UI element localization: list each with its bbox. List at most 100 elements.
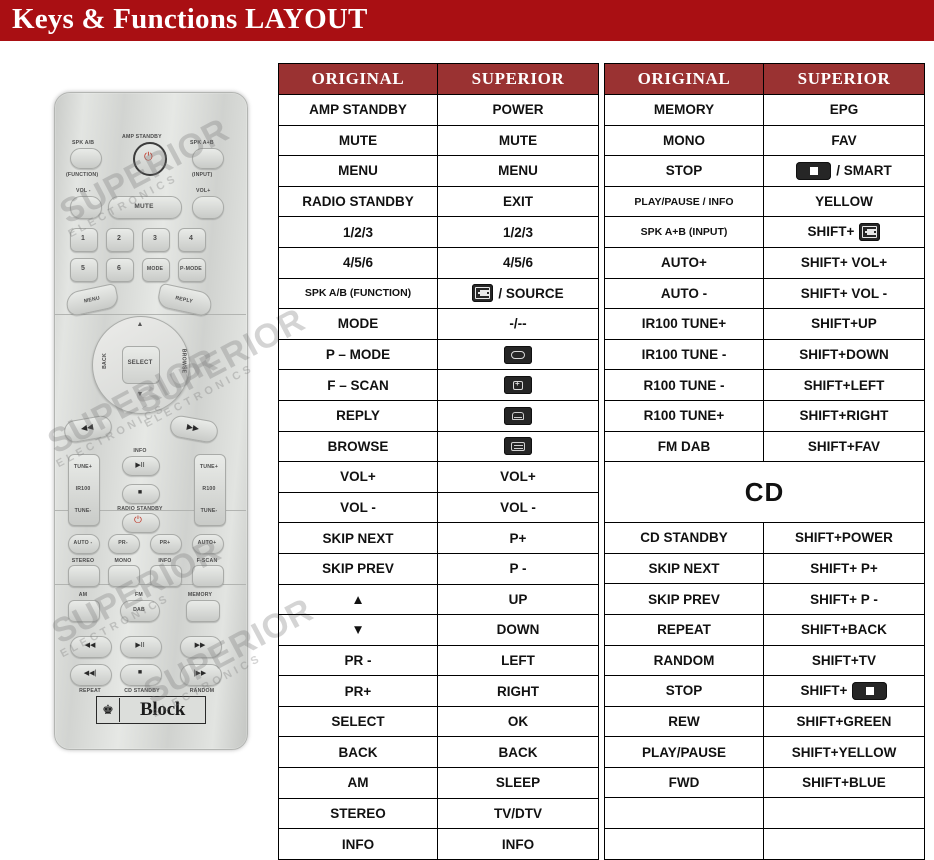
table-row: SKIP PREV P - (278, 552, 599, 585)
cell-original: IR100 TUNE - (604, 338, 764, 371)
remote-button-fscan[interactable] (192, 565, 224, 587)
rewind-icon: ◀◀ (84, 642, 96, 649)
cell-superior: P - (437, 552, 599, 585)
remote-label-random: RANDOM (189, 688, 215, 694)
cell-original: FWD (604, 766, 764, 799)
cell-superior: SHIFT+ (763, 675, 925, 707)
table-row: SPK A+B (INPUT) SHIFT+ (604, 216, 925, 248)
table-row (604, 797, 925, 830)
cell-superior: SHIFT+ (763, 216, 925, 248)
remote-label-3: 3 (152, 235, 158, 242)
table-row: INFO INFO (278, 828, 599, 860)
cell-superior: SHIFT+LEFT (763, 369, 925, 401)
remote-label-mono: MONO (114, 558, 132, 564)
remote-label-function: (FUNCTION) (66, 172, 99, 178)
remote-button-vol-plus[interactable] (192, 196, 224, 219)
table-row: CD STANDBY SHIFT+POWER (604, 522, 925, 554)
remote-dpad-up-icon[interactable]: ▲ (130, 321, 150, 328)
table-row: RANDOM SHIFT+TV (604, 644, 925, 677)
remote-button-mono[interactable] (108, 565, 140, 587)
remote-button-spk-apb[interactable] (192, 148, 224, 169)
cell-original: BROWSE (278, 430, 438, 463)
table-row: SKIP NEXT P+ (278, 522, 599, 554)
table-row: MEMORY EPG (604, 94, 925, 126)
cell-original: SPK A+B (INPUT) (604, 216, 764, 248)
cell-original: SKIP PREV (604, 583, 764, 615)
remote-label-back: BACK (101, 353, 108, 369)
remote-button-info[interactable] (150, 565, 182, 587)
cell-superior: POWER (437, 94, 599, 126)
cell-original (604, 828, 764, 860)
cell-superior-text: / SMART (836, 163, 892, 179)
cell-content (438, 345, 598, 364)
remote-label-5: 5 (80, 265, 86, 272)
table-row: R100 TUNE - SHIFT+LEFT (604, 369, 925, 401)
table-row: R100 TUNE+ SHIFT+RIGHT (604, 399, 925, 432)
cell-superior: -/-- (437, 308, 599, 340)
remote-label-tune-plus-right: TUNE+ (199, 464, 219, 470)
remote-label-4: 4 (188, 235, 194, 242)
remote-label-repeat: REPEAT (79, 688, 101, 694)
cell-superior: INFO (437, 828, 599, 860)
cell-superior: SHIFT+ VOL+ (763, 246, 925, 279)
brand-crest-icon: ♚ (97, 698, 120, 722)
cell-original (604, 797, 764, 830)
table-row: REPLY (278, 399, 599, 432)
source-icon (859, 223, 881, 242)
source-icon (472, 284, 494, 303)
remote-label-select: SELECT (127, 360, 153, 366)
cell-original: PLAY/PAUSE (604, 736, 764, 768)
remote-button-vol-minus[interactable] (70, 196, 102, 219)
cell-original: SKIP PREV (278, 552, 438, 585)
power-icon: ⏻ (134, 515, 142, 526)
cell-superior (437, 338, 599, 371)
cell-superior: SHIFT+ P - (763, 583, 925, 615)
cell-original: MENU (278, 155, 438, 187)
brand-logo: ♚ Block (96, 696, 206, 724)
remote-label-vol-minus: VOL - (76, 188, 91, 194)
cell-superior: SHIFT+FAV (763, 430, 925, 463)
cell-superior-text: SHIFT+ (800, 683, 848, 699)
cell-superior: SHIFT+ VOL - (763, 277, 925, 310)
remote-button-memory[interactable] (186, 600, 220, 622)
remote-label-pr-minus: PR- (118, 540, 128, 546)
table-body: MEMORY EPG MONO FAV STOP / SMART PLAY/PAUSE / … (604, 94, 925, 860)
cell-original: AMP STANDBY (278, 94, 438, 126)
page-title: Keys & Functions LAYOUT (12, 3, 368, 35)
play-pause-icon: ▶II (135, 642, 145, 649)
tv-screen-icon (504, 345, 532, 364)
cell-original: REPEAT (604, 613, 764, 646)
cell-original: AUTO - (604, 277, 764, 310)
cell-superior: LEFT (437, 644, 599, 677)
key-mapping-table-right: ORIGINAL SUPERIOR MEMORY EPG MONO FAV STOP / … (604, 63, 925, 860)
remote-dpad-down-icon[interactable]: ▼ (130, 391, 150, 398)
table-row: FM DAB SHIFT+FAV (604, 430, 925, 463)
cell-superior: / SMART (763, 155, 925, 187)
remote-label-spk-apb: SPK A+B (190, 140, 214, 146)
cell-superior: SHIFT+TV (763, 644, 925, 677)
table-row: SPK A/B (FUNCTION) / SOURCE (278, 277, 599, 310)
remote-label-6: 6 (116, 265, 122, 272)
remote-button-am[interactable] (68, 600, 100, 622)
table-row: PR+ RIGHT (278, 675, 599, 707)
cell-original: MUTE (278, 124, 438, 157)
remote-label-amp-standby: AMP STANDBY (122, 134, 162, 140)
cell-original: CD STANDBY (604, 522, 764, 554)
remote-label-tune-minus-right: TUNE- (200, 508, 218, 514)
remote-button-stereo[interactable] (68, 565, 100, 587)
cell-superior: UP (437, 583, 599, 616)
remote-button-spk-ab[interactable] (70, 148, 102, 169)
table-row: PR - LEFT (278, 644, 599, 677)
table-body: AMP STANDBY POWER MUTE MUTE MENU MENU RADIO ST… (278, 94, 599, 860)
stop-icon: ■ (137, 669, 143, 676)
cell-content: / SOURCE (438, 284, 598, 303)
remote-button-amp-standby[interactable]: ⏻ (133, 142, 167, 176)
remote-label-stereo: STEREO (71, 558, 95, 564)
cell-superior: OK (437, 705, 599, 738)
cell-superior: EXIT (437, 185, 599, 218)
remote-label-dab: DAB (133, 607, 145, 613)
cell-content (438, 376, 598, 395)
table-row: MENU MENU (278, 155, 599, 187)
cell-superior: FAV (763, 124, 925, 157)
table-row: VOL+ VOL+ (278, 461, 599, 493)
